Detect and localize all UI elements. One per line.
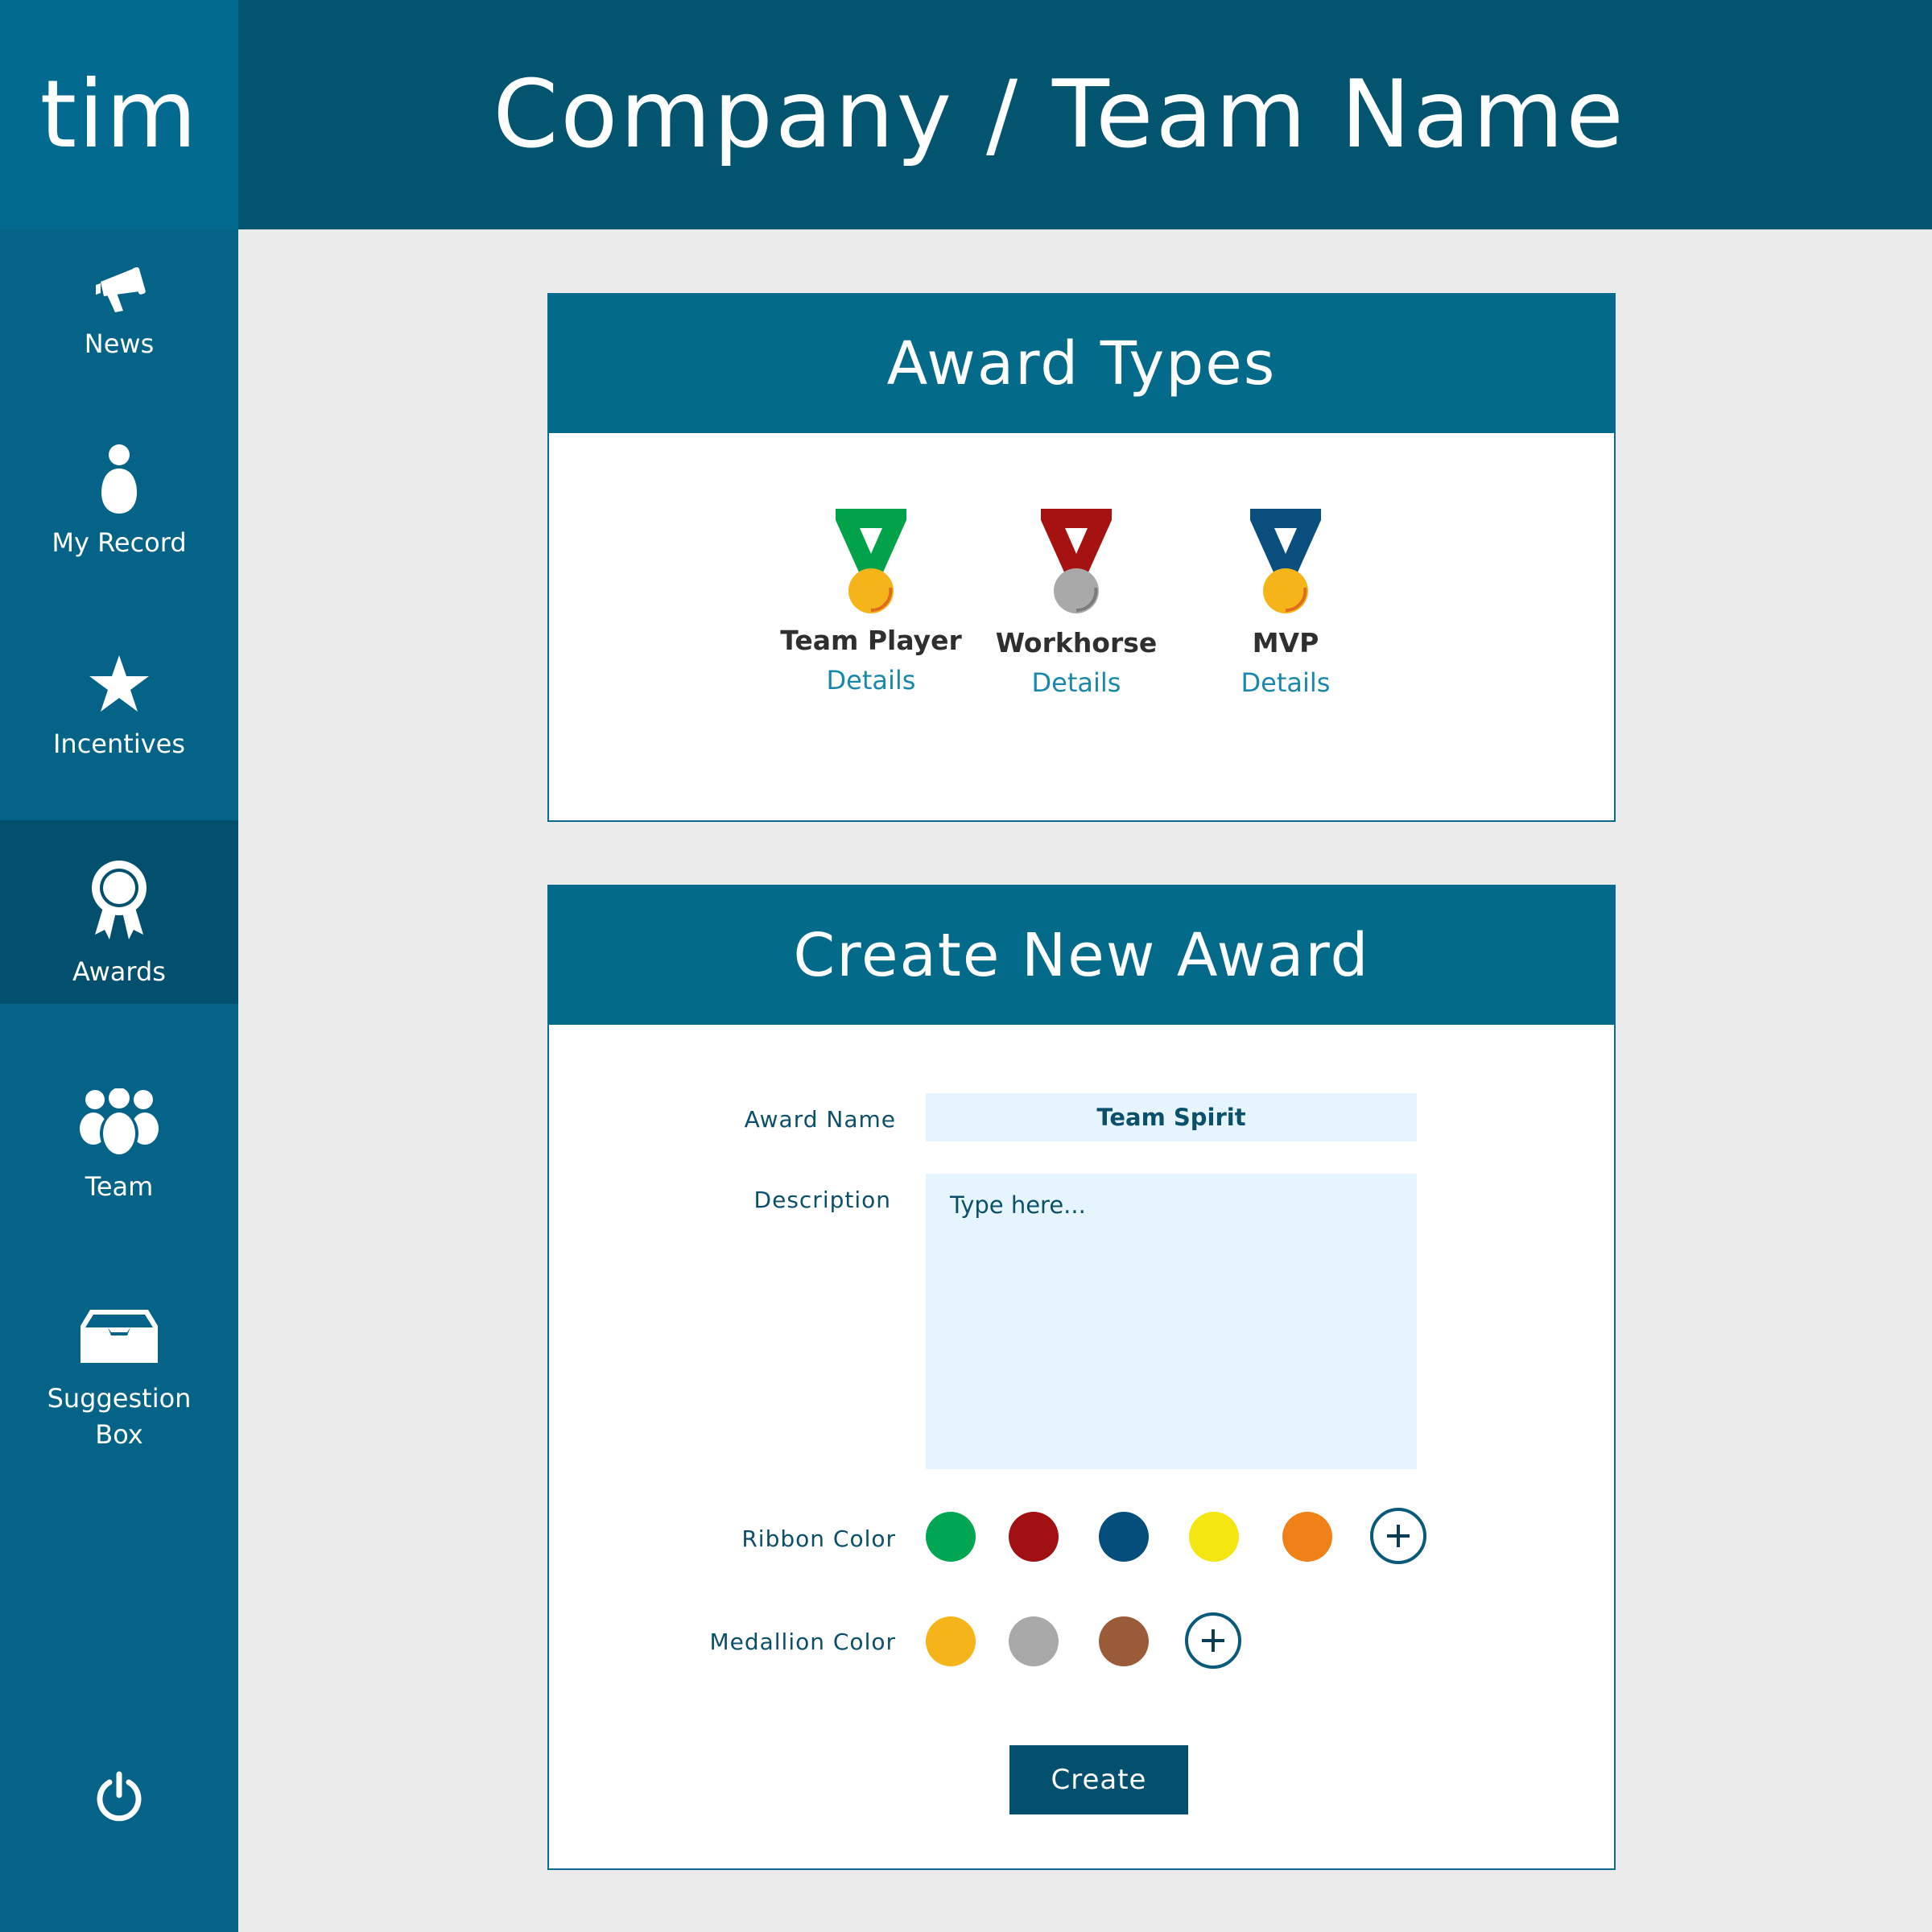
description-label: Description <box>753 1187 891 1213</box>
medal-icon <box>836 509 906 613</box>
sidebar-item-awards[interactable]: Awards <box>0 820 238 1004</box>
ribbon-swatch-yellow[interactable] <box>1189 1512 1239 1562</box>
add-ribbon-color-button[interactable] <box>1370 1508 1426 1564</box>
award-name: Workhorse <box>995 627 1158 658</box>
sidebar-item-label: Incentives <box>52 729 185 759</box>
inbox-tray-icon <box>80 1310 158 1363</box>
logout-button[interactable] <box>0 1763 238 1827</box>
sidebar-item-team[interactable]: Team <box>0 1071 238 1208</box>
person-icon <box>101 444 137 514</box>
award-types-title: Award Types <box>549 295 1614 433</box>
medal-icon <box>1041 509 1112 613</box>
top-header: Company / Team Name <box>238 0 1932 229</box>
award-types-panel: Award Types Team Player Details Workhors… <box>547 293 1616 822</box>
plus-icon <box>1202 1629 1224 1652</box>
ribbon-swatch-blue[interactable] <box>1099 1512 1149 1562</box>
ribbon-swatch-orange[interactable] <box>1282 1512 1332 1562</box>
award-ribbon-icon <box>92 861 147 939</box>
sidebar: tim News My Record Incentives Awards Tea… <box>0 0 238 1932</box>
award-name-label: Award Name <box>744 1106 896 1133</box>
page-title: Company / Team Name <box>493 60 1626 169</box>
ribbon-swatch-red[interactable] <box>1009 1512 1059 1562</box>
sidebar-item-label: Awards <box>72 956 166 987</box>
sidebar-item-label: Team <box>85 1171 154 1202</box>
medallion-swatch-gold[interactable] <box>926 1616 976 1666</box>
award-card-mvp: MVP Details <box>1189 504 1382 713</box>
medallion-swatch-bronze[interactable] <box>1099 1616 1149 1666</box>
award-name-input[interactable] <box>926 1093 1417 1141</box>
description-textarea[interactable] <box>926 1174 1417 1469</box>
plus-icon <box>1387 1525 1410 1547</box>
sidebar-item-label-line2: Box <box>95 1419 143 1450</box>
award-card-workhorse: Workhorse Details <box>980 504 1173 713</box>
award-name: MVP <box>1252 627 1319 658</box>
ribbon-swatch-green[interactable] <box>926 1512 976 1562</box>
sidebar-item-news[interactable]: News <box>0 242 238 378</box>
star-icon <box>89 655 149 712</box>
award-card-team-player: Team Player Details <box>774 504 968 713</box>
group-icon <box>80 1088 159 1156</box>
sidebar-item-label: My Record <box>52 527 187 558</box>
sidebar-item-label: Suggestion <box>47 1383 192 1414</box>
megaphone-icon <box>96 266 146 312</box>
sidebar-item-suggestion-box[interactable]: Suggestion Box <box>0 1288 238 1465</box>
medal-icon <box>1250 509 1321 613</box>
sidebar-item-incentives[interactable]: Incentives <box>0 644 238 781</box>
brand-logo[interactable]: tim <box>0 0 238 229</box>
create-button[interactable]: Create <box>1009 1745 1188 1814</box>
ribbon-color-label: Ribbon Color <box>741 1525 896 1552</box>
create-award-title: Create New Award <box>549 886 1614 1025</box>
award-name: Team Player <box>780 625 962 656</box>
sidebar-item-my-record[interactable]: My Record <box>0 427 238 572</box>
medallion-swatch-silver[interactable] <box>1009 1616 1059 1666</box>
award-details-link[interactable]: Details <box>774 665 968 696</box>
medallion-color-label: Medallion Color <box>709 1629 896 1655</box>
power-icon <box>97 1771 142 1822</box>
sidebar-item-label: News <box>84 328 155 359</box>
award-details-link[interactable]: Details <box>980 667 1173 698</box>
award-details-link[interactable]: Details <box>1189 667 1382 698</box>
add-medallion-color-button[interactable] <box>1185 1612 1241 1669</box>
